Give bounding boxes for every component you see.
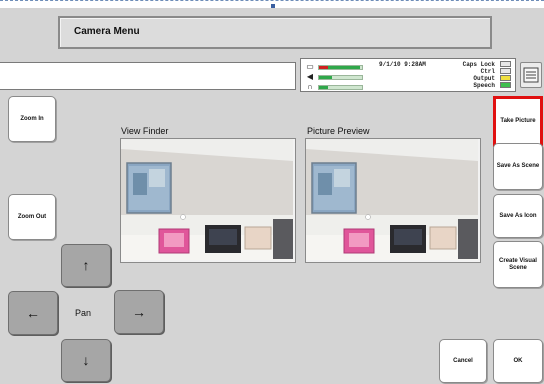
take-picture-button[interactable]: Take Picture [493, 96, 543, 147]
save-as-scene-button[interactable]: Save As Scene [493, 143, 543, 190]
ctrl-label: Ctrl [480, 68, 495, 75]
create-visual-scene-button[interactable]: Create Visual Scene [493, 241, 543, 288]
speaker-icon: ◀ [306, 72, 314, 81]
caps-lock-label: Caps Lock [462, 61, 495, 68]
pan-label: Pan [75, 308, 92, 318]
picture-preview-label: Picture Preview [307, 126, 370, 136]
keyboard-icon [523, 67, 539, 83]
pan-down-button[interactable]: ↓ [61, 339, 111, 382]
keyboard-button[interactable] [520, 62, 542, 88]
speech-indicator [500, 82, 511, 88]
resize-handle[interactable] [271, 4, 275, 8]
view-finder-image [120, 138, 296, 263]
battery-icon: ▭ [306, 62, 314, 71]
cancel-button[interactable]: Cancel [439, 339, 487, 383]
title-bar: Camera Menu [58, 16, 492, 49]
zoom-in-button[interactable]: Zoom In [8, 96, 56, 142]
caps-lock-indicator [500, 61, 511, 67]
picture-preview-image [305, 138, 481, 263]
pan-up-button[interactable]: ↑ [61, 244, 111, 287]
message-bar[interactable] [0, 62, 296, 90]
speech-label: Speech [473, 82, 495, 89]
ok-button[interactable]: OK [493, 339, 543, 383]
ctrl-indicator [500, 68, 511, 74]
page-title: Camera Menu [74, 26, 140, 37]
camera-menu-window: Camera Menu ▭ ◀ ∩ 9/1/10 9:28AM Caps Loc… [0, 0, 544, 384]
headset-icon: ∩ [307, 82, 313, 91]
output-indicator [500, 75, 511, 81]
save-as-icon-button[interactable]: Save As Icon [493, 194, 543, 238]
volume-meter [318, 75, 363, 80]
status-panel: ▭ ◀ ∩ 9/1/10 9:28AM Caps Lock Ctrl Outpu… [300, 58, 516, 92]
zoom-out-button[interactable]: Zoom Out [8, 194, 56, 240]
pan-right-button[interactable]: → [114, 290, 164, 334]
pan-left-button[interactable]: ← [8, 291, 58, 335]
output-label: Output [473, 75, 495, 82]
headset-meter [318, 85, 363, 90]
battery-meter [318, 65, 363, 70]
view-finder-label: View Finder [121, 126, 169, 136]
datetime: 9/1/10 9:28AM [379, 61, 426, 68]
